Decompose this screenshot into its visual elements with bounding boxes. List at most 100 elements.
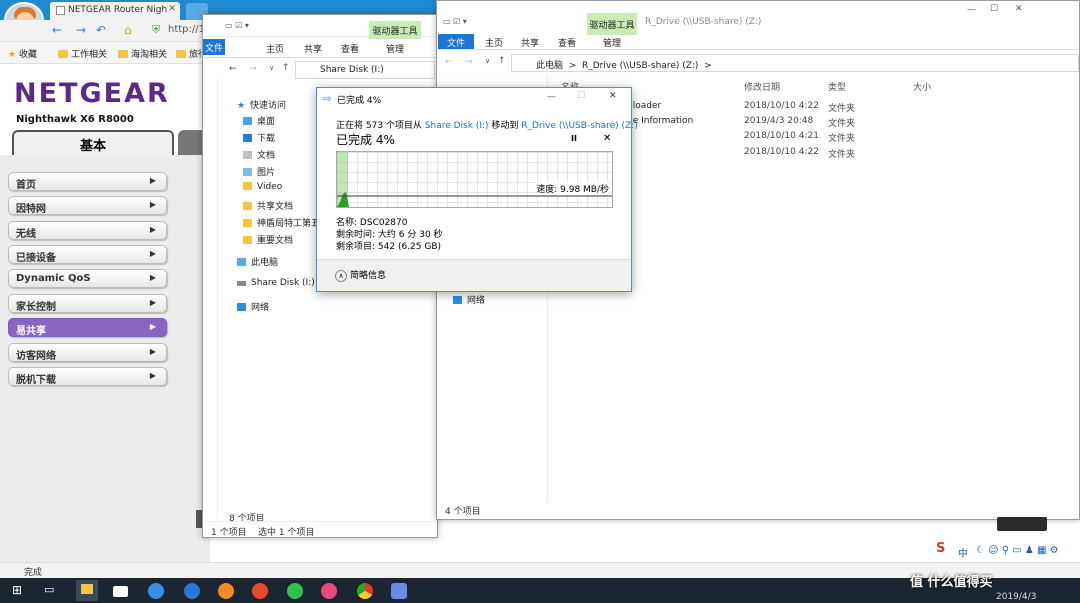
back-icon[interactable]: ← (229, 64, 237, 74)
maximize-icon[interactable]: ☐ (577, 91, 585, 101)
app-icon[interactable] (321, 583, 337, 599)
chevron-down-icon[interactable]: ∨ (485, 57, 490, 65)
chevron-down-icon[interactable]: ∨ (269, 64, 274, 72)
detail-items: 剩余项目: 542 (6.25 GB) (336, 242, 442, 252)
menu-guest-network[interactable]: 访客网络 ▶ (8, 343, 167, 362)
nav-network[interactable]: 网络 (237, 300, 269, 313)
ribbon-share-tab[interactable]: 共享 (304, 42, 322, 55)
view-toggle[interactable] (997, 517, 1047, 531)
cancel-button[interactable]: ✕ (603, 133, 611, 144)
router-menu: 首页 ▶ 因特网 ▶ 无线 ▶ 已接设备 ▶ Dynamic QoS ▶ 家长控制 ▶ 易共… (0, 155, 210, 578)
address-path-left[interactable]: Share Disk (I:) (295, 61, 435, 79)
forward-icon[interactable]: → (249, 64, 257, 74)
ribbon-file-tab-left[interactable]: 文件 (203, 39, 225, 55)
back-icon[interactable]: ← (52, 23, 62, 37)
ribbon-view-tab[interactable]: 查看 (558, 36, 576, 49)
taskbar-explorer[interactable] (76, 580, 98, 601)
maximize-icon[interactable]: ☐ (990, 4, 998, 14)
arrow-right-icon: ▶ (149, 176, 156, 185)
minimize-icon[interactable]: — (967, 5, 976, 15)
nav-this-pc[interactable]: 此电脑 (237, 255, 278, 268)
file-row-type: 文件夹 (828, 104, 856, 114)
tab-basic[interactable]: 基本 (12, 130, 174, 155)
app-icon[interactable] (391, 583, 407, 599)
menu-dynamic-qos[interactable]: Dynamic QoS ▶ (8, 269, 167, 288)
speed-curve (337, 192, 612, 207)
chrome-icon[interactable] (357, 583, 373, 599)
ime-tools-icons[interactable]: ☾ ☺ ⚲ ▭ ♟ ▦ ⚙ (976, 545, 1059, 556)
column-date[interactable]: 修改日期 (744, 80, 780, 93)
bookmark-work[interactable]: 工作相关 (58, 47, 107, 60)
menu-attached-devices[interactable]: 已接设备 ▶ (8, 245, 167, 264)
bookmark-favorites[interactable]: ★ 收藏 (8, 47, 37, 60)
ribbon-file-tab-right[interactable]: 文件 (438, 34, 474, 49)
file-row-name[interactable]: nloader (627, 101, 661, 111)
folder-icon (243, 236, 252, 244)
undo-icon[interactable]: ↶ (96, 23, 106, 37)
nav-important-docs[interactable]: 重要文档 (243, 233, 293, 246)
menu-parental-control[interactable]: 家长控制 ▶ (8, 294, 167, 313)
file-row-date: 2018/10/10 4:21 (744, 131, 819, 141)
minimize-icon[interactable]: — (547, 92, 556, 102)
menu-home[interactable]: 首页 ▶ (8, 172, 167, 191)
folder-icon (81, 584, 93, 594)
destination-link[interactable]: R_Drive (\\USB-share) (Z:) (521, 121, 637, 131)
up-icon[interactable]: ↑ (498, 56, 506, 66)
nav-shared-docs[interactable]: 共享文档 (243, 199, 293, 212)
column-type[interactable]: 类型 (828, 80, 846, 93)
menu-wireless[interactable]: 无线 ▶ (8, 221, 167, 240)
ribbon-home-tab[interactable]: 主页 (266, 42, 284, 55)
drive-icon (237, 281, 246, 286)
nav-documents[interactable]: 文档 (243, 148, 275, 161)
forward-icon[interactable]: → (465, 57, 473, 67)
ribbon-share-tab[interactable]: 共享 (521, 36, 539, 49)
arrow-right-icon: ▶ (149, 371, 156, 380)
quick-access-toolbar[interactable]: ▭ ☑ ▾ (443, 17, 467, 26)
computer-icon (237, 258, 246, 266)
browser-tab[interactable]: NETGEAR Router Nigh ✕ (50, 2, 180, 20)
task-view-icon[interactable]: ▭ (44, 583, 54, 596)
back-icon[interactable]: ← (445, 57, 453, 67)
nav-downloads[interactable]: 下载 (243, 131, 275, 144)
drive-tools-tab-left[interactable]: 驱动器工具 (369, 21, 421, 39)
quick-access-toolbar[interactable]: ▭ ☑ ▾ (225, 21, 249, 30)
close-icon[interactable]: ✕ (1015, 4, 1023, 14)
ribbon-manage-tab[interactable]: 管理 (603, 36, 621, 49)
menu-readyshare[interactable]: 易共享 ▶ (8, 318, 167, 337)
address-path-right[interactable]: 此电脑 > R_Drive (\\USB-share) (Z:) > (511, 54, 1079, 72)
app-icon[interactable] (218, 583, 234, 599)
nav-video[interactable]: Video (243, 182, 282, 192)
nav-pictures[interactable]: 图片 (243, 165, 275, 178)
ribbon-home-tab[interactable]: 主页 (485, 36, 503, 49)
ribbon-view-tab[interactable]: 查看 (341, 42, 359, 55)
pause-button[interactable]: II (571, 134, 577, 143)
close-icon[interactable]: ✕ (609, 91, 617, 101)
app-icon[interactable] (148, 583, 164, 599)
ribbon-manage-tab[interactable]: 管理 (386, 42, 404, 55)
forward-icon[interactable]: → (76, 23, 86, 37)
ime-mode[interactable]: 中 (958, 545, 968, 560)
source-link[interactable]: Share Disk (I:) (425, 121, 489, 131)
home-icon[interactable]: ⌂ (124, 23, 132, 37)
browser-icon[interactable] (184, 583, 200, 599)
up-icon[interactable]: ↑ (282, 63, 290, 73)
column-size[interactable]: 大小 (913, 80, 931, 93)
media-icon[interactable] (252, 583, 268, 599)
mail-icon[interactable] (113, 586, 128, 597)
nav-network[interactable]: 网络 (453, 293, 485, 306)
star-icon: ★ (237, 101, 246, 111)
wechat-icon[interactable] (287, 583, 303, 599)
nav-shield-folder[interactable]: 神盾局特工第五 (243, 216, 319, 229)
windows-start-icon[interactable]: ⊞ (12, 583, 22, 597)
nav-share-disk[interactable]: Share Disk (I:) (237, 278, 315, 288)
close-tab-icon[interactable]: ✕ (168, 4, 176, 14)
drive-tools-tab-right[interactable]: 驱动器工具 (587, 13, 637, 35)
file-row-date: 2019/4/3 20:48 (744, 116, 814, 126)
less-info-button[interactable]: ∧ 简略信息 (335, 268, 386, 282)
nav-desktop[interactable]: 桌面 (243, 114, 275, 127)
nav-quick-access[interactable]: ★ 快速访问 (237, 98, 286, 111)
menu-offline-download[interactable]: 脱机下载 ▶ (8, 367, 167, 386)
menu-internet[interactable]: 因特网 ▶ (8, 196, 167, 215)
bookmark-shopping[interactable]: 海淘相关 (118, 47, 167, 60)
arrow-right-icon: ▶ (149, 273, 156, 282)
